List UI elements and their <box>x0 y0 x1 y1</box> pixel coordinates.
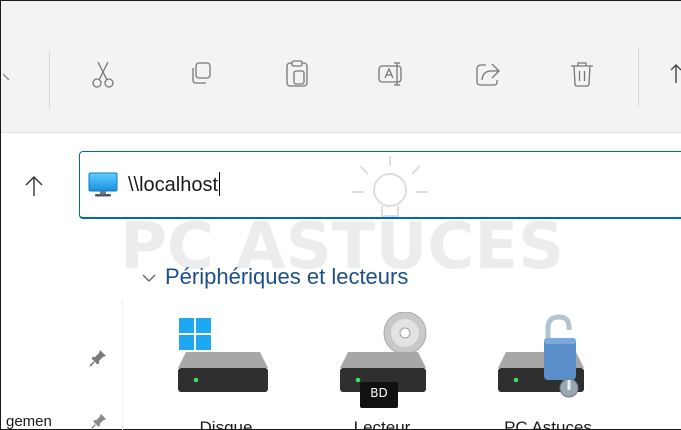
delete-button[interactable] <box>566 58 598 90</box>
chevron-down-icon[interactable] <box>141 270 157 286</box>
computer-icon <box>88 171 118 199</box>
toolbar-separator <box>49 51 50 109</box>
drive-label: Lecteur <box>353 418 411 430</box>
pane-divider <box>122 300 123 430</box>
up-button[interactable] <box>20 172 48 200</box>
arrow-up-icon <box>25 176 43 196</box>
address-input[interactable]: \\localhost <box>128 172 221 197</box>
network-drive-icon <box>498 314 584 398</box>
toolbar-separator <box>638 47 639 107</box>
chevron-down-icon[interactable] <box>2 71 13 85</box>
sort-button[interactable] <box>665 59 681 89</box>
scissors-icon <box>92 61 114 88</box>
address-bar[interactable]: \\localhost <box>79 151 681 219</box>
quick-access-item-label[interactable]: gemen <box>6 413 52 430</box>
drive-label: Disque <box>199 418 253 430</box>
pin-icon[interactable] <box>88 348 108 368</box>
bd-badge: BD <box>370 386 388 400</box>
windows-drive-icon <box>178 318 268 392</box>
rename-button[interactable] <box>376 58 408 90</box>
drive-tile[interactable]: BD Lecteur <box>326 312 446 430</box>
drive-tile[interactable]: Disque <box>168 312 288 430</box>
drive-label: PC Astuces <box>504 418 592 430</box>
copy-icon <box>192 62 211 84</box>
cut-button[interactable] <box>87 58 119 90</box>
delete-icon <box>571 62 593 87</box>
rename-icon <box>378 62 402 86</box>
sort-icon <box>670 64 681 83</box>
share-button[interactable] <box>472 58 504 90</box>
paste-icon <box>286 60 308 87</box>
drive-tile[interactable]: PC Astuces <box>492 312 612 430</box>
share-icon <box>476 63 500 86</box>
command-bar <box>1 1 681 133</box>
paste-button[interactable] <box>281 58 313 90</box>
text-caret <box>219 172 221 196</box>
copy-button[interactable] <box>185 58 217 90</box>
pin-icon[interactable] <box>90 412 108 430</box>
section-title[interactable]: Périphériques et lecteurs <box>165 264 408 290</box>
